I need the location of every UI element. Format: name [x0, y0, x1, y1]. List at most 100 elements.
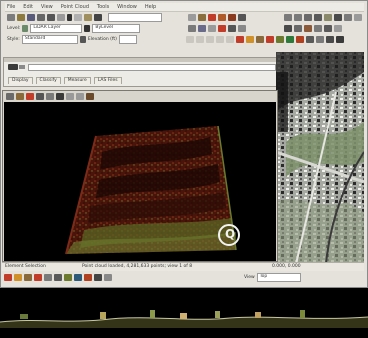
undo-icon[interactable] [47, 14, 55, 21]
point-cloud-canvas[interactable]: Q [4, 102, 276, 261]
text-tool-icon[interactable] [238, 14, 246, 21]
disabled-tool-4-icon[interactable] [216, 36, 224, 43]
tool-point-icon[interactable] [4, 273, 12, 281]
classify-below-line-icon[interactable] [256, 36, 264, 43]
style-select[interactable]: Standard [21, 35, 78, 44]
print-icon[interactable] [37, 14, 45, 21]
disabled-tool-2-icon[interactable] [196, 36, 204, 43]
references-icon[interactable] [334, 25, 342, 32]
tool-line-icon[interactable] [14, 273, 22, 281]
tool-profile-icon[interactable] [44, 273, 52, 281]
panel-search-input[interactable] [28, 64, 276, 71]
view-zoom-icon[interactable] [26, 93, 34, 100]
tab-classify[interactable]: Classify [35, 77, 61, 84]
dropdown-arrow-icon[interactable] [67, 14, 72, 21]
menu-item-window[interactable]: Window [117, 4, 137, 11]
weight-icon[interactable] [79, 36, 86, 43]
shading-icon[interactable] [294, 25, 302, 32]
cross-section-icon[interactable] [306, 36, 314, 43]
disabled-tool-5-icon[interactable] [226, 36, 234, 43]
measure-icon[interactable] [326, 36, 334, 43]
menu-item-view[interactable]: View [41, 4, 53, 11]
command-input[interactable] [108, 13, 162, 22]
menu-bar: File Edit View Point Cloud Tools Window … [5, 3, 364, 12]
snap-center-icon[interactable] [198, 25, 206, 32]
view-fit-icon[interactable] [36, 93, 44, 100]
panel-toolbar-icon[interactable] [8, 64, 18, 70]
tool-export-icon[interactable] [104, 273, 112, 281]
snap-keypoint-icon[interactable] [188, 25, 196, 32]
tool-measure-icon[interactable] [94, 273, 102, 281]
tab-measure[interactable]: Measure [63, 77, 91, 84]
view-select[interactable]: Top [256, 272, 301, 282]
level-label: Level: [7, 26, 21, 31]
lock-icon[interactable] [228, 25, 236, 32]
pan-view-icon[interactable] [334, 14, 342, 21]
save-icon[interactable] [27, 14, 35, 21]
view-previous-icon[interactable] [66, 93, 74, 100]
display-style-icon[interactable] [304, 25, 312, 32]
tab-display[interactable]: Display [8, 77, 33, 84]
elevation-select[interactable] [118, 35, 137, 44]
level-select[interactable]: LiDAR Layer [30, 24, 83, 33]
cut-icon[interactable] [74, 14, 82, 21]
select-icon[interactable] [188, 14, 196, 21]
classify-above-line-icon[interactable] [246, 36, 254, 43]
tool-section-icon[interactable] [54, 273, 62, 281]
color-swatch-icon[interactable] [84, 25, 91, 32]
accudraw-icon[interactable] [218, 25, 226, 32]
new-file-icon[interactable] [7, 14, 15, 21]
tool-filter-icon[interactable] [74, 273, 82, 281]
classify-point-icon[interactable] [236, 36, 244, 43]
window-area-icon[interactable] [304, 14, 312, 21]
help-pointer-icon[interactable] [94, 14, 102, 21]
menu-item-point-cloud[interactable]: Point Cloud [61, 4, 89, 11]
open-folder-icon[interactable] [17, 14, 25, 21]
panel-toolbar-icon-2[interactable] [19, 65, 25, 69]
view-toggle-icon[interactable] [6, 93, 14, 100]
view-rotate-icon[interactable] [16, 93, 24, 100]
render-icon[interactable] [284, 25, 292, 32]
fit-view-icon[interactable] [314, 14, 322, 21]
fence-icon[interactable] [208, 14, 216, 21]
disabled-tool-1-icon[interactable] [186, 36, 194, 43]
aerial-map-viewport[interactable] [276, 52, 364, 264]
place-line-icon[interactable] [218, 14, 226, 21]
zoom-in-icon[interactable] [284, 14, 292, 21]
camera-icon[interactable] [354, 14, 362, 21]
menu-item-file[interactable]: File [7, 4, 15, 11]
view-previous-icon[interactable] [344, 14, 352, 21]
profile-icon[interactable] [316, 36, 324, 43]
ground-class-icon[interactable] [276, 36, 284, 43]
building-class-icon[interactable] [296, 36, 304, 43]
grid-icon[interactable] [238, 25, 246, 32]
settings-icon[interactable] [336, 36, 344, 43]
view-next-icon[interactable] [76, 93, 84, 100]
tool-classify-icon[interactable] [34, 273, 42, 281]
tool-snap-icon[interactable] [64, 273, 72, 281]
clip-volume-icon[interactable] [314, 25, 322, 32]
profile-view-strip[interactable] [0, 288, 368, 338]
tab-las-files[interactable]: LAS Files [93, 77, 122, 84]
zoom-out-icon[interactable] [294, 14, 302, 21]
view-display-style-icon[interactable] [86, 93, 94, 100]
menu-item-help[interactable]: Help [145, 4, 156, 11]
snap-nearest-icon[interactable] [208, 25, 216, 32]
view-camera-icon[interactable] [56, 93, 64, 100]
paste-icon[interactable] [84, 14, 92, 21]
view-window-area-icon[interactable] [46, 93, 54, 100]
arc-icon[interactable] [228, 14, 236, 21]
level-display-icon[interactable] [324, 25, 332, 32]
vegetation-class-icon[interactable] [286, 36, 294, 43]
element-icon[interactable] [198, 14, 206, 21]
classify-fence-icon[interactable] [266, 36, 274, 43]
tool-polygon-icon[interactable] [24, 273, 32, 281]
color-select[interactable]: ByLevel [92, 24, 141, 33]
menu-item-edit[interactable]: Edit [23, 4, 33, 11]
profile-point-cloud [0, 310, 368, 328]
rotate-view-icon[interactable] [324, 14, 332, 21]
disabled-tool-3-icon[interactable] [206, 36, 214, 43]
redo-icon[interactable] [57, 14, 65, 21]
tool-color-icon[interactable] [84, 273, 92, 281]
menu-item-tools[interactable]: Tools [97, 4, 109, 11]
